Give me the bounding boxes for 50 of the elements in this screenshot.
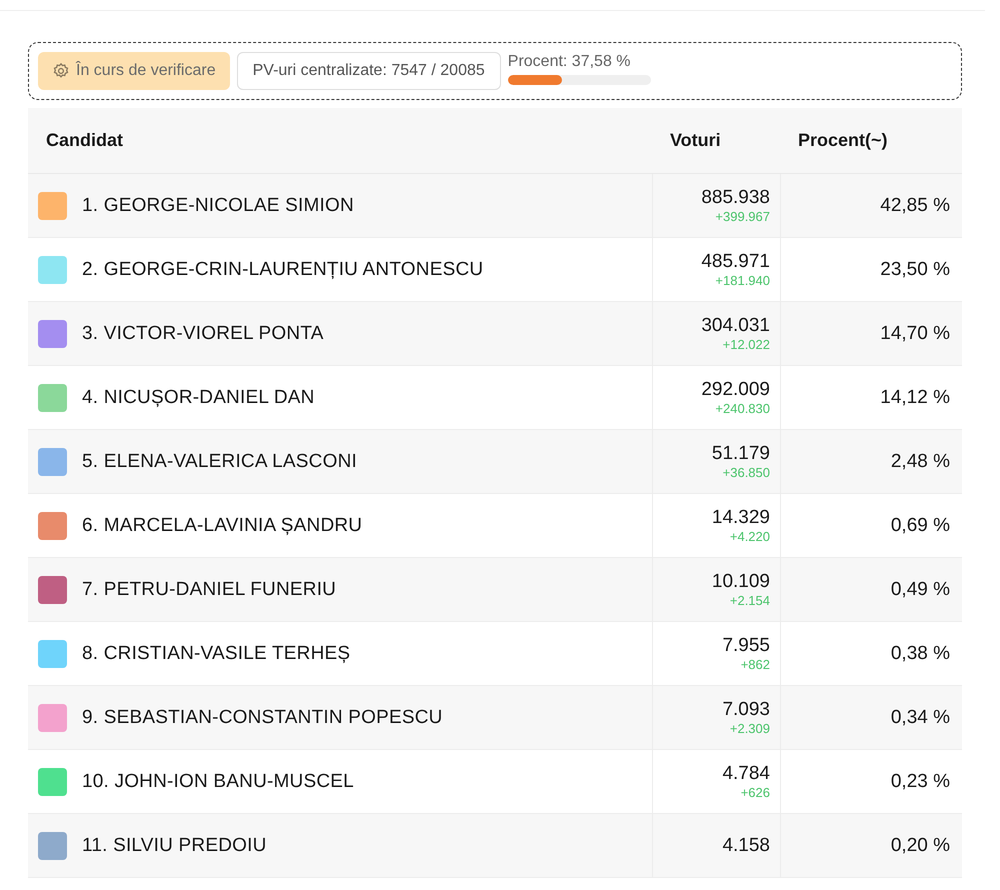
vote-count: 4.158	[722, 834, 770, 856]
vote-count: 10.109	[712, 570, 770, 592]
vote-change: +4.220	[730, 528, 770, 544]
candidate-name: 1. GEORGE-NICOLAE SIMION	[82, 194, 354, 216]
vote-change: +626	[740, 784, 770, 800]
vote-change: +36.850	[722, 464, 770, 480]
vote-change: +240.830	[715, 400, 770, 416]
vote-change: +862	[740, 656, 770, 672]
candidate-name: 2. GEORGE-CRIN-LAURENȚIU ANTONESCU	[82, 258, 484, 280]
badge-label: În curs de verificare	[76, 62, 216, 80]
vote-count: 14.329	[712, 506, 770, 528]
column-header: Candidat	[45, 130, 124, 151]
candidate-name: 10. JOHN-ION BANU-MUSCEL	[82, 770, 354, 792]
candidate-name: 5. ELENA-VALERICA LASCONI	[82, 450, 357, 472]
vote-count: 885.938	[701, 186, 770, 208]
percent-value: 0,38 %	[890, 642, 950, 664]
percent-value: 2,48 %	[890, 450, 950, 472]
column-header: Procent(~)	[797, 130, 889, 151]
percent-value: 0,23 %	[890, 770, 950, 792]
vote-change: +12.022	[722, 336, 770, 352]
percent-value: 0,20 %	[890, 834, 950, 856]
vote-count: 304.031	[701, 314, 770, 336]
candidate-name: 9. SEBASTIAN-CONSTANTIN POPESCU	[82, 706, 443, 728]
candidate-name: 11. SILVIU PREDOIU	[82, 834, 267, 856]
percent-value: 0,69 %	[890, 514, 950, 536]
vote-count: 4.784	[722, 762, 770, 784]
candidate-name: 4. NICUȘOR-DANIEL DAN	[82, 386, 315, 408]
candidate-name: 8. CRISTIAN-VASILE TERHEȘ	[82, 642, 350, 664]
candidate-name: 3. VICTOR-VIOREL PONTA	[82, 322, 324, 344]
percent-value: 23,50 %	[880, 258, 950, 280]
gear-icon	[52, 62, 70, 80]
candidate-name: 6. MARCELA-LAVINIA ȘANDRU	[82, 514, 362, 536]
vote-count: 485.971	[701, 250, 770, 272]
vote-change: +181.940	[715, 272, 770, 288]
vote-change: +2.309	[730, 720, 770, 736]
candidate-name: 7. PETRU-DANIEL FUNERIU	[82, 578, 336, 600]
progress-label: Procent: 37,58 %	[508, 53, 632, 71]
percent-value: 14,70 %	[880, 322, 950, 344]
percent-value: 14,12 %	[880, 386, 950, 408]
counted-reports: PV-uri centralizate: 7547 / 20085	[236, 52, 501, 90]
vote-count: 7.955	[722, 634, 770, 656]
vote-count: 292.009	[701, 378, 770, 400]
vote-change: +399.967	[715, 208, 770, 224]
vote-change: +2.154	[730, 592, 770, 608]
vote-count: 7.093	[722, 698, 770, 720]
percent-value: 0,34 %	[890, 706, 950, 728]
percent-value: 0,49 %	[890, 578, 950, 600]
column-header: Voturi	[669, 130, 722, 151]
percent-value: 42,85 %	[880, 194, 950, 216]
vote-count: 51.179	[712, 442, 770, 464]
